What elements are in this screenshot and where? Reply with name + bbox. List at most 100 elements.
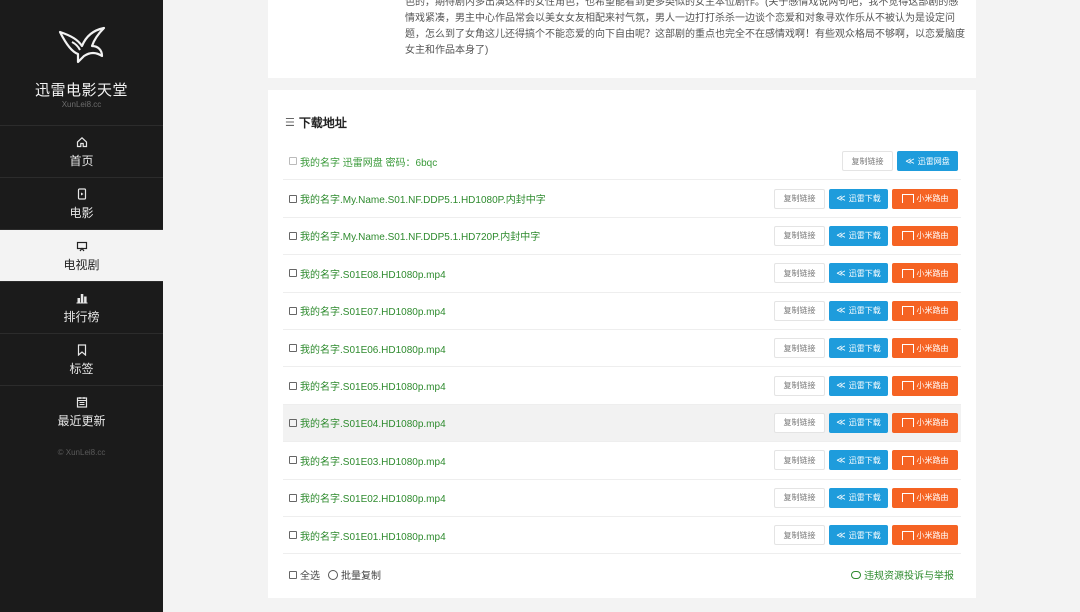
mi-router-button[interactable]: 小米路由 [892,188,958,209]
copy-link-button[interactable]: 复制链接 [774,188,825,209]
download-item[interactable]: 我的名字.My.Name.S01.NF.DDP5.1.HD1080P.内封中字 [289,191,546,206]
nav-item-tags[interactable]: 标签 [0,333,163,385]
report-label: 违规资源投诉与举报 [864,571,954,582]
checkbox[interactable] [289,456,297,465]
batch-copy-button[interactable]: 批量复制 [328,567,381,582]
review-text: 色的，期待剧内多出演这样的女性角色，也希望能看到更多类似的女主本位剧作。(关于感… [405,0,965,56]
checkbox[interactable] [289,306,297,315]
download-item-label[interactable]: 我的名字.My.Name.S01.NF.DDP5.1.HD1080P.内封中字 [300,191,546,206]
download-item[interactable]: 我的名字.S01E06.HD1080p.mp4 [289,341,446,356]
xunlei-download-button[interactable]: ≪ 迅雷下载 [829,487,888,508]
copy-link-button[interactable]: 复制链接 [774,487,825,508]
copy-link-button[interactable]: 复制链接 [774,338,825,359]
xunlei-download-button[interactable]: ≪ 迅雷下载 [829,263,888,284]
xunlei-download-button[interactable]: ≪ 迅雷下载 [829,300,888,321]
report-link[interactable]: 违规资源投诉与举报 [851,567,954,582]
download-item-label[interactable]: 我的名字.My.Name.S01.NF.DDP5.1.HD720P.内封中字 [300,228,540,243]
checkbox[interactable] [289,493,297,502]
site-name[interactable]: 迅雷电影天堂 [0,79,163,100]
copy-link-button[interactable]: 复制链接 [774,450,825,471]
download-item[interactable]: 我的名字.S01E03.HD1080p.mp4 [289,453,446,468]
copy-link-button[interactable]: 复制链接 [842,151,893,172]
download-item[interactable]: 我的名字.S01E02.HD1080p.mp4 [289,490,446,505]
mi-router-button[interactable]: 小米路由 [892,300,958,321]
download-item[interactable]: 我的名字.S01E05.HD1080p.mp4 [289,378,446,393]
xunlei-download-button[interactable]: ≪ 迅雷下载 [829,225,888,246]
download-item-label[interactable]: 我的名字.S01E08.HD1080p.mp4 [300,266,446,281]
xunlei-download-button[interactable]: ≪ 迅雷下载 [829,450,888,471]
mi-logo-icon [901,343,914,353]
mi-router-button[interactable]: 小米路由 [892,450,958,471]
download-item-label[interactable]: 我的名字.S01E05.HD1080p.mp4 [300,378,446,393]
mi-router-button[interactable]: 小米路由 [892,412,958,433]
download-section-title: ☰ 下载地址 [285,114,347,131]
download-item-label[interactable]: 我的名字 迅雷网盘 密码：6bqc [300,154,437,169]
download-item-label[interactable]: 我的名字.S01E07.HD1080p.mp4 [300,303,446,318]
mi-router-label: 小米路由 [916,306,949,316]
checkbox[interactable] [289,381,297,390]
mi-router-button[interactable]: 小米路由 [892,225,958,246]
copy-link-button[interactable]: 复制链接 [774,525,825,546]
select-all-label[interactable]: 全选 [300,567,320,582]
download-item-label[interactable]: 我的名字.S01E06.HD1080p.mp4 [300,341,446,356]
mi-router-button[interactable]: 小米路由 [892,525,958,546]
download-item[interactable]: 我的名字.S01E01.HD1080p.mp4 [289,528,446,543]
nav-item-tv[interactable]: 电视剧 [0,229,163,281]
select-all[interactable]: 全选 [289,567,320,582]
checkbox[interactable] [289,231,297,240]
xunlei-download-button[interactable]: ≪ 迅雷下载 [829,375,888,396]
xunlei-download-label: 迅雷下载 [848,194,881,204]
copy-link-button[interactable]: 复制链接 [774,263,825,284]
checkbox[interactable] [289,531,297,540]
mi-router-button[interactable]: 小米路由 [892,375,958,396]
checkbox[interactable] [289,344,297,353]
download-row: 我的名字.S01E02.HD1080p.mp4 复制链接 ≪ 迅雷下载 小米路由 [283,480,961,517]
download-item[interactable]: 我的名字.S01E04.HD1080p.mp4 [289,415,446,430]
download-card: ☰ 下载地址 我的名字 迅雷网盘 密码：6bqc 复制链接 ≪ 迅雷网盘 我的名字… [268,90,976,598]
checkbox[interactable] [289,269,297,278]
copy-link-button[interactable]: 复制链接 [774,412,825,433]
download-row: 我的名字.S01E05.HD1080p.mp4 复制链接 ≪ 迅雷下载 小米路由 [283,367,961,405]
bird-logo-icon[interactable] [58,26,106,64]
nav-label: 标签 [69,361,94,376]
nav-item-ranking[interactable]: 排行榜 [0,281,163,333]
mi-router-button[interactable]: 小米路由 [892,487,958,508]
nav-item-home[interactable]: 首页 [0,125,163,177]
download-item[interactable]: 我的名字.S01E07.HD1080p.mp4 [289,303,446,318]
mi-router-button[interactable]: 小米路由 [892,338,958,359]
mi-logo-icon [901,418,914,428]
film-icon [75,187,89,201]
nav-item-recent[interactable]: 最近更新 [0,385,163,437]
copy-link-button[interactable]: 复制链接 [774,225,825,246]
xunlei-download-button[interactable]: ≪ 迅雷下载 [829,525,888,546]
xunlei-download-button[interactable]: ≪ 迅雷下载 [829,338,888,359]
xunlei-icon: ≪ [836,492,846,503]
checkbox[interactable] [289,157,297,166]
xunlei-pan-button[interactable]: ≪ 迅雷网盘 [897,151,958,172]
download-item[interactable]: 我的名字.My.Name.S01.NF.DDP5.1.HD720P.内封中字 [289,228,540,243]
select-all-checkbox[interactable] [289,570,297,579]
download-item-label[interactable]: 我的名字.S01E03.HD1080p.mp4 [300,453,446,468]
download-item-label[interactable]: 我的名字.S01E01.HD1080p.mp4 [300,528,446,543]
checkbox[interactable] [289,194,297,203]
download-item-label[interactable]: 我的名字.S01E02.HD1080p.mp4 [300,490,446,505]
comment-icon [851,570,861,579]
mi-router-label: 小米路由 [916,231,949,241]
download-item-pan[interactable]: 我的名字 迅雷网盘 密码：6bqc [289,154,437,169]
checkbox[interactable] [289,418,297,427]
download-row: 我的名字.S01E08.HD1080p.mp4 复制链接 ≪ 迅雷下载 小米路由 [283,255,961,293]
nav-item-movies[interactable]: 电影 [0,177,163,229]
mi-router-button[interactable]: 小米路由 [892,263,958,284]
xunlei-icon: ≪ [836,305,846,316]
copy-link-button[interactable]: 复制链接 [774,375,825,396]
site-domain: XunLei8.cc [61,100,102,109]
xunlei-download-button[interactable]: ≪ 迅雷下载 [829,412,888,433]
xunlei-download-button[interactable]: ≪ 迅雷下载 [829,188,888,209]
main-nav: 首页 电影 电视剧 排行榜 标签 最近更新 [0,125,163,437]
download-item[interactable]: 我的名字.S01E08.HD1080p.mp4 [289,266,446,281]
mi-router-label: 小米路由 [916,194,949,204]
download-item-label[interactable]: 我的名字.S01E04.HD1080p.mp4 [300,415,446,430]
download-row-pan: 我的名字 迅雷网盘 密码：6bqc 复制链接 ≪ 迅雷网盘 [283,143,961,181]
xunlei-icon: ≪ [836,454,846,465]
copy-link-button[interactable]: 复制链接 [774,300,825,321]
